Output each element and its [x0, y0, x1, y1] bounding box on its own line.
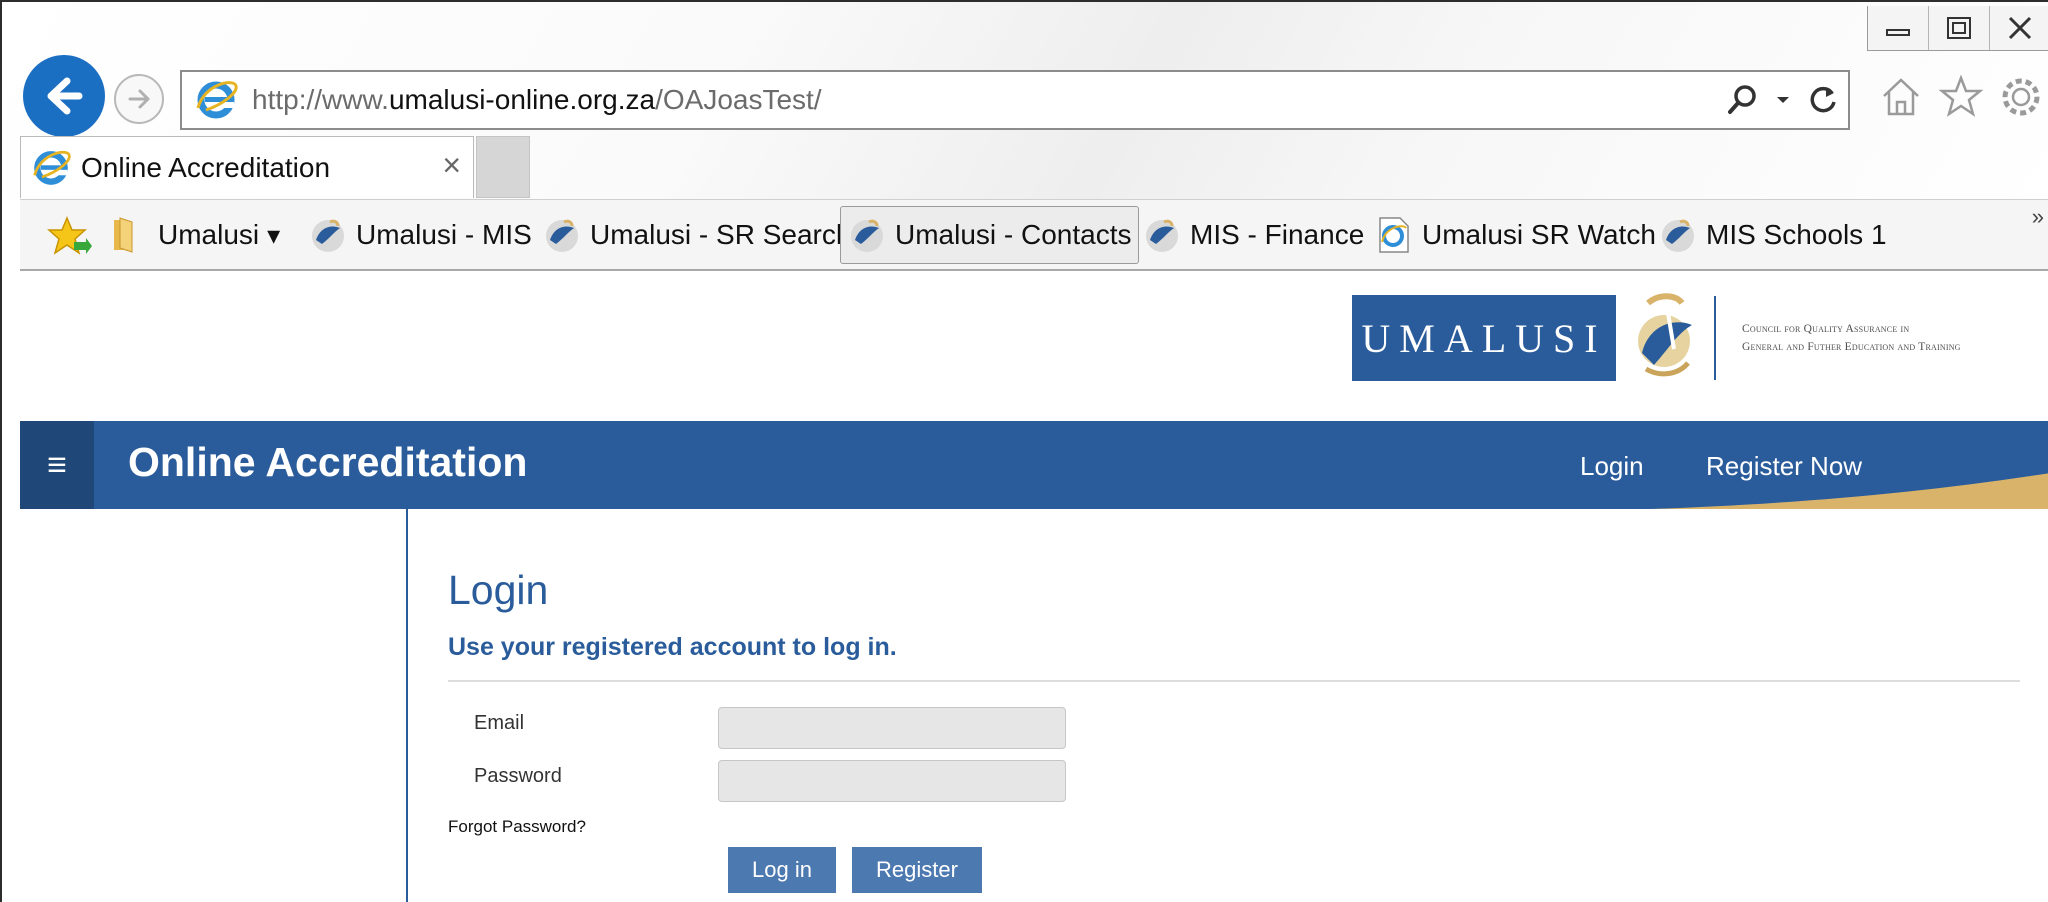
favorite-label: Umalusi - MIS — [356, 219, 532, 250]
tab-online-accreditation[interactable]: Online Accreditation × — [20, 136, 474, 198]
umalusi-bird-icon — [1146, 219, 1178, 252]
restore-icon — [1947, 17, 1971, 39]
favorites-more-chevron[interactable]: » — [2032, 204, 2044, 230]
password-label: Password — [474, 765, 562, 787]
favorite-mis-finance[interactable]: MIS - Finance — [1136, 206, 1370, 264]
url-text: http://www.umalusi-online.org.za/OAJoasT… — [252, 84, 822, 115]
email-label: Email — [474, 712, 525, 734]
favorite-label: Umalusi - SR Search — [590, 219, 852, 250]
favorite-label: Umalusi - Contacts — [895, 219, 1132, 250]
forward-arrow-icon — [128, 89, 150, 109]
favorite-umalusi-folder[interactable]: Umalusi ▾ — [104, 206, 286, 264]
chevron-down-icon: ▾ — [267, 219, 281, 250]
ie-logo-icon — [33, 150, 71, 185]
favorite-label: MIS - Finance — [1190, 219, 1365, 250]
favorite-label: Umalusi SR Watch — [1422, 219, 1656, 250]
tab-label: Online Accreditation — [81, 151, 331, 183]
nav-login-link[interactable]: Login — [1580, 451, 1644, 482]
hamburger-menu-button[interactable]: ≡ — [20, 421, 94, 509]
restore-button[interactable] — [1928, 6, 1989, 50]
refresh-icon[interactable] — [1806, 83, 1840, 117]
toolbar-icons — [1878, 74, 2044, 120]
browser-window: http://www.umalusi-online.org.za/OAJoasT… — [0, 0, 2048, 902]
browser-toolbar: http://www.umalusi-online.org.za/OAJoasT… — [2, 2, 2048, 199]
tagline-line-2: General and Futher Education and Trainin… — [1742, 341, 1961, 353]
forward-button[interactable] — [114, 74, 164, 124]
sidebar-divider — [406, 509, 408, 902]
close-icon — [2008, 16, 2032, 40]
tab-close-button[interactable]: × — [442, 147, 461, 184]
site-navbar: ≡ Online Accreditation Login Register No… — [20, 421, 2048, 509]
forgot-password-link[interactable]: Forgot Password? — [448, 817, 586, 837]
search-icon[interactable] — [1726, 83, 1760, 117]
favorite-umalusi-mis[interactable]: Umalusi - MIS — [302, 206, 538, 264]
favorite-mis-schools-1[interactable]: MIS Schools 1 — [1652, 206, 1893, 264]
minimize-button[interactable] — [1868, 6, 1928, 50]
search-dropdown-icon[interactable] — [1776, 95, 1790, 105]
section-divider — [448, 680, 2020, 682]
login-heading: Login — [448, 567, 549, 613]
favorite-umalusi-sr-search[interactable]: Umalusi - SR Search — [536, 206, 857, 264]
email-field[interactable] — [718, 707, 1066, 749]
navbar-gold-swoosh — [1650, 473, 2048, 509]
register-button[interactable]: Register — [852, 847, 982, 893]
close-window-button[interactable] — [1989, 6, 2048, 50]
login-button[interactable]: Log in — [728, 847, 836, 893]
web-page: UMALUSI Council for Quality Assurance in… — [20, 271, 2048, 902]
folder-icon — [114, 217, 133, 253]
site-title[interactable]: Online Accreditation — [128, 439, 527, 486]
hamburger-icon: ≡ — [47, 445, 67, 484]
ie-page-icon — [1379, 217, 1409, 253]
umalusi-bird-icon — [312, 219, 344, 252]
window-controls — [1867, 6, 2048, 51]
address-tools — [1726, 72, 1840, 128]
favorite-umalusi-contacts[interactable]: Umalusi - Contacts — [840, 206, 1139, 264]
tagline-line-1: Council for Quality Assurance in — [1742, 323, 1910, 335]
favorite-umalusi-sr-watch[interactable]: Umalusi SR Watch — [1368, 206, 1662, 264]
ie-logo-icon — [196, 81, 238, 119]
umalusi-bird-icon — [1662, 219, 1694, 252]
favorites-star-icon[interactable] — [1938, 74, 1984, 120]
add-favorite-star-icon[interactable] — [46, 216, 92, 258]
favorite-label: MIS Schools 1 — [1706, 219, 1887, 250]
back-button[interactable] — [23, 55, 105, 137]
logo-wordmark: UMALUSI — [1352, 295, 1616, 381]
logo-tagline: Council for Quality Assurance in General… — [1742, 320, 1961, 356]
favorites-bar: Umalusi ▾ Umalusi - MIS Umalusi - SR Sea… — [20, 199, 2048, 271]
umalusi-logo[interactable]: UMALUSI Council for Quality Assurance in… — [1352, 293, 1961, 383]
back-arrow-icon — [47, 77, 83, 115]
new-tab-button[interactable] — [476, 136, 530, 198]
umalusi-bird-icon — [851, 219, 883, 252]
home-icon[interactable] — [1878, 74, 1924, 120]
gear-icon[interactable] — [1998, 74, 2044, 120]
minimize-icon — [1886, 29, 1910, 36]
umalusi-emblem-icon — [1638, 293, 1692, 377]
umalusi-bird-icon — [546, 219, 578, 252]
logo-separator — [1714, 296, 1716, 380]
favorite-label: Umalusi — [158, 219, 260, 250]
login-subheading: Use your registered account to log in. — [448, 633, 897, 661]
address-bar[interactable]: http://www.umalusi-online.org.za/OAJoasT… — [180, 70, 1850, 130]
password-field[interactable] — [718, 760, 1066, 802]
